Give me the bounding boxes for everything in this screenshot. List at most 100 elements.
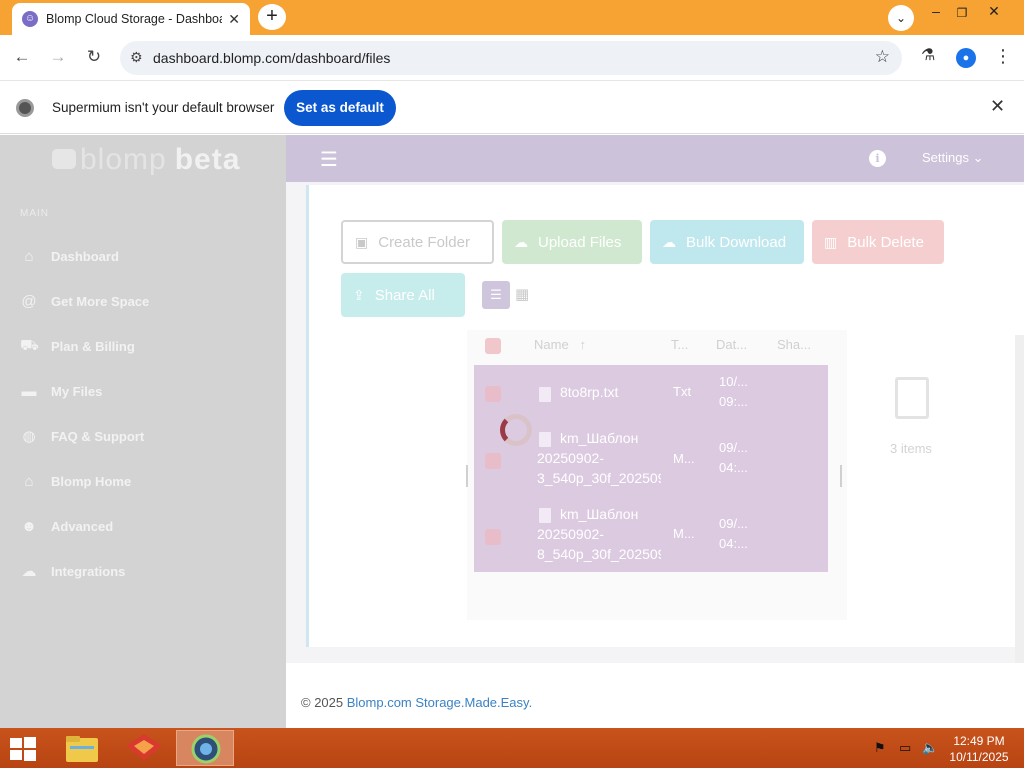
network-icon[interactable]: ▭ xyxy=(899,740,911,756)
reload-button[interactable]: ↻ xyxy=(81,44,107,70)
trash-icon: ▥ xyxy=(824,233,838,250)
volume-muted-icon[interactable]: 🔈 xyxy=(922,740,938,756)
row-checkbox[interactable] xyxy=(485,386,501,402)
resize-handle-right[interactable] xyxy=(840,465,842,487)
sidebar-item-integrations[interactable]: ☁ Integrations xyxy=(0,551,286,591)
file-icon xyxy=(539,387,551,402)
file-date: 10/... 09:... xyxy=(719,372,748,412)
house-icon: ⌂ xyxy=(24,472,34,490)
sidebar-item-get-more-space[interactable]: @ Get More Space xyxy=(0,281,286,321)
bulk-download-button[interactable]: ☁ Bulk Download xyxy=(650,220,804,264)
column-header-name[interactable]: Name ↑ xyxy=(534,337,586,352)
site-info-icon[interactable]: ⚙ xyxy=(130,49,143,66)
file-type: M... xyxy=(673,451,695,466)
file-date-line: 09/... xyxy=(719,440,748,455)
sidebar-item-faq-support[interactable]: ◍ FAQ & Support xyxy=(0,416,286,456)
file-name[interactable]: km_Шаблон 20250902- 8_540p_30f_202509 xyxy=(537,504,661,564)
file-date-line: 09/... xyxy=(719,516,748,531)
file-name-line: km_Шаблон xyxy=(560,506,639,522)
default-browser-infobar: Supermium isn't your default browser Set… xyxy=(0,82,1024,134)
new-tab-button[interactable]: + xyxy=(258,4,286,30)
files-panel: ▣ Create Folder ☁ Upload Files ☁ Bulk Do… xyxy=(306,185,1024,647)
column-header-type[interactable]: T... xyxy=(671,337,688,352)
footer-text: © 2025 Blomp.com Storage.Made.Easy. xyxy=(301,695,532,710)
sidebar-item-blomp-home[interactable]: ⌂ Blomp Home xyxy=(0,461,286,501)
sidebar-item-label: Dashboard xyxy=(51,248,119,264)
column-header-shared[interactable]: Sha... xyxy=(777,337,811,352)
chevron-down-icon: ⌄ xyxy=(972,150,984,165)
app-red-icon[interactable] xyxy=(116,730,172,766)
file-name[interactable]: 8to8rp.txt xyxy=(560,382,618,402)
restore-button[interactable]: ❐ xyxy=(946,2,978,32)
supermium-logo-icon xyxy=(16,99,34,117)
share-all-button[interactable]: ⇪ Share All xyxy=(341,273,465,317)
sidebar-item-advanced[interactable]: ☻ Advanced xyxy=(0,506,286,546)
column-header-date[interactable]: Dat... xyxy=(716,337,747,352)
cart-icon: ⛟ xyxy=(20,336,39,354)
row-checkbox[interactable] xyxy=(485,529,501,545)
labs-flask-icon[interactable]: ⚗ xyxy=(921,45,935,65)
settings-label: Settings xyxy=(922,150,969,165)
file-name-line: km_Шаблон xyxy=(560,430,639,446)
tab-search-button[interactable]: ⌄ xyxy=(888,5,914,31)
create-folder-button[interactable]: ▣ Create Folder xyxy=(341,220,494,264)
select-all-checkbox[interactable] xyxy=(485,338,501,354)
browser-toolbar: ← → ↻ ⚙ dashboard.blomp.com/dashboard/fi… xyxy=(0,35,1024,81)
list-view-icon[interactable]: ☰ xyxy=(482,281,510,309)
top-navbar: ☰ i Settings ⌄ xyxy=(286,135,1024,182)
browser-menu-icon[interactable]: ⋮ xyxy=(994,46,1012,67)
file-name-line: 8to8rp.txt xyxy=(560,384,619,400)
browser-tab[interactable]: ☺ Blomp Cloud Storage - Dashboard ✕ xyxy=(12,3,250,35)
bulk-delete-label: Bulk Delete xyxy=(847,233,924,251)
grid-view-icon[interactable]: ▦ xyxy=(515,285,529,303)
loading-spinner-icon xyxy=(500,414,532,446)
dismiss-infobar-icon[interactable]: ✕ xyxy=(990,96,1005,117)
bookmark-star-icon[interactable]: ☆ xyxy=(875,47,890,67)
action-center-flag-icon[interactable]: ⚑ xyxy=(874,740,886,756)
address-bar[interactable]: ⚙ dashboard.blomp.com/dashboard/files ☆ xyxy=(120,41,902,75)
column-name-label: Name xyxy=(534,337,569,352)
info-icon[interactable]: i xyxy=(869,150,886,167)
sidebar-item-label: Integrations xyxy=(51,563,126,579)
sidebar-item-my-files[interactable]: ▬ My Files xyxy=(0,371,286,411)
resize-handle-left[interactable] xyxy=(466,465,468,487)
tab-title: Blomp Cloud Storage - Dashboard xyxy=(46,12,223,26)
file-explorer-icon[interactable] xyxy=(56,730,112,766)
supermium-taskbar-button[interactable] xyxy=(176,730,234,766)
brand-suffix: beta xyxy=(174,143,241,176)
brand-name: blomp xyxy=(80,143,167,176)
sidebar-item-dashboard[interactable]: ⌂ Dashboard xyxy=(0,236,286,276)
file-preview-icon xyxy=(895,377,929,419)
infobar-message: Supermium isn't your default browser xyxy=(52,100,275,115)
upload-files-label: Upload Files xyxy=(538,233,622,251)
forward-button[interactable]: → xyxy=(45,44,71,70)
footer-link[interactable]: Blomp.com Storage.Made.Easy. xyxy=(347,695,532,710)
close-tab-icon[interactable]: ✕ xyxy=(228,11,240,28)
sidebar-item-label: Plan & Billing xyxy=(51,338,135,354)
file-time-line: 09:... xyxy=(719,394,748,409)
home-icon: ⌂ xyxy=(24,247,34,265)
settings-dropdown[interactable]: Settings ⌄ xyxy=(922,150,984,166)
copyright-text: © 2025 xyxy=(301,695,347,710)
share-icon: ⇪ xyxy=(353,286,365,303)
back-button[interactable]: ← xyxy=(9,44,35,70)
windows-start-icon[interactable] xyxy=(8,736,38,762)
row-checkbox[interactable] xyxy=(485,453,501,469)
file-type: Txt xyxy=(673,384,692,399)
blomp-logo[interactable]: blomp beta xyxy=(52,143,240,177)
hamburger-menu-icon[interactable]: ☰ xyxy=(320,147,338,172)
upload-files-button[interactable]: ☁ Upload Files xyxy=(502,220,642,264)
page-scrollbar[interactable] xyxy=(1015,335,1024,663)
file-name[interactable]: km_Шаблон 20250902- 3_540p_30f_202509 xyxy=(537,428,661,488)
taskbar-clock[interactable]: 12:49 PM 10/11/2025 xyxy=(944,733,1014,765)
close-window-button[interactable]: ✕ xyxy=(978,0,1010,30)
sidebar-item-plan-billing[interactable]: ⛟ Plan & Billing xyxy=(0,326,286,366)
file-date-line: 10/... xyxy=(719,374,748,389)
profile-avatar-icon[interactable]: ● xyxy=(956,48,976,68)
bulk-delete-button[interactable]: ▥ Bulk Delete xyxy=(812,220,944,264)
cloud-upload-icon: ☁ xyxy=(514,233,528,250)
folder-icon: ▬ xyxy=(21,382,37,400)
sidebar-item-label: Advanced xyxy=(51,518,114,534)
file-date: 09/... 04:... xyxy=(719,514,748,554)
set-as-default-button[interactable]: Set as default xyxy=(284,90,396,126)
